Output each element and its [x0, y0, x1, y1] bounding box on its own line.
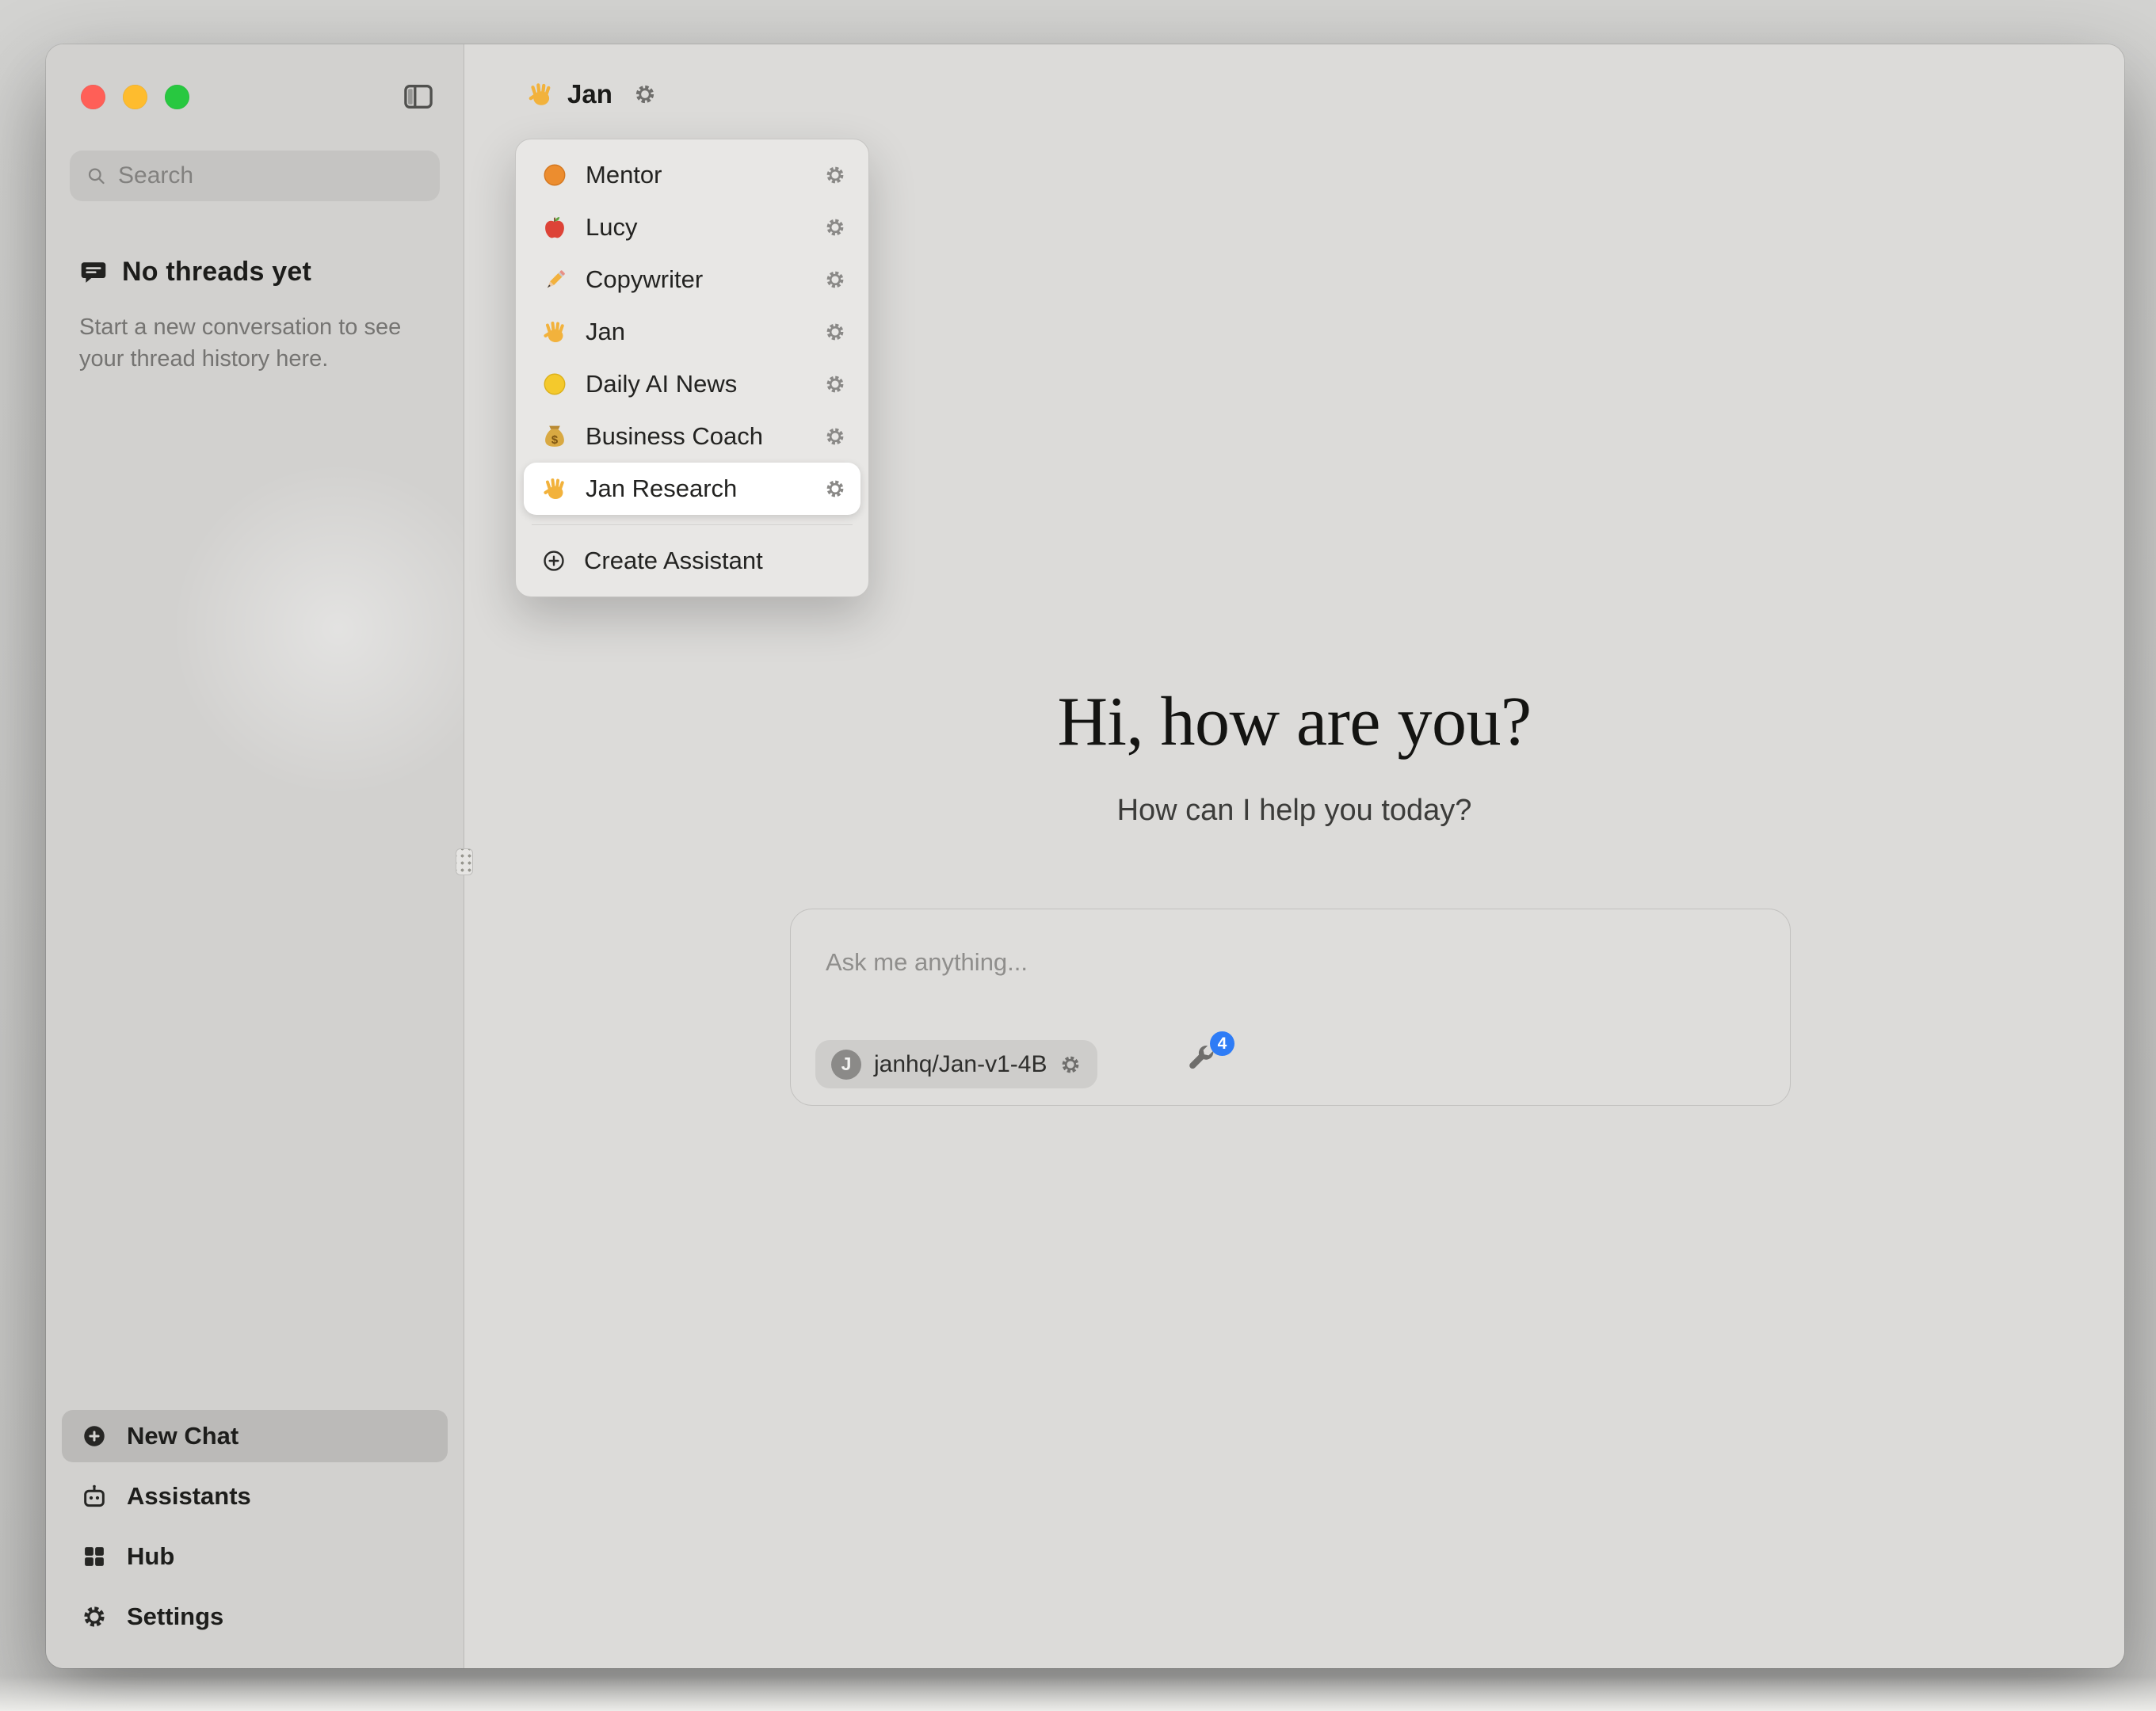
model-name: janhq/Jan-v1-4B — [874, 1051, 1047, 1078]
chat-bubble-icon — [79, 258, 108, 287]
model-settings-gear-icon[interactable] — [1059, 1054, 1082, 1076]
assistant-name: Jan — [567, 79, 612, 109]
pencil-emoji-icon — [541, 266, 568, 293]
plus-circle-icon — [81, 1423, 108, 1450]
assistant-gear-icon[interactable] — [633, 82, 657, 106]
menu-item-lucy[interactable]: Lucy — [524, 201, 860, 253]
menu-item-label: Mentor — [586, 161, 662, 189]
create-assistant-button[interactable]: Create Assistant — [524, 535, 860, 587]
menu-item-label: Copywriter — [586, 265, 703, 294]
zoom-button[interactable] — [165, 85, 189, 109]
traffic-lights — [81, 85, 189, 109]
create-assistant-label: Create Assistant — [584, 547, 763, 575]
sidebar-item-new-chat[interactable]: New Chat — [62, 1410, 448, 1462]
orange-circle-emoji-icon — [541, 162, 568, 189]
money-bag-emoji-icon — [541, 423, 568, 450]
greeting-title: Hi, how are you? — [464, 686, 2124, 759]
app-window: No threads yet Start a new conversation … — [46, 44, 2124, 1668]
item-settings-gear-icon[interactable] — [824, 425, 846, 448]
item-settings-gear-icon[interactable] — [824, 373, 846, 395]
sidebar-resize-handle[interactable] — [456, 848, 473, 875]
sidebar-toggle-icon — [402, 80, 435, 113]
menu-item-copywriter[interactable]: Copywriter — [524, 253, 860, 306]
titlebar — [46, 44, 464, 114]
model-selector[interactable]: J janhq/Jan-v1-4B — [815, 1040, 1097, 1088]
plus-circle-icon — [541, 548, 567, 574]
empty-state: No threads yet Start a new conversation … — [79, 257, 432, 375]
red-apple-emoji-icon — [541, 214, 568, 241]
assistant-selector[interactable]: Jan — [526, 79, 657, 109]
settings-gear-icon — [81, 1603, 108, 1630]
menu-item-mentor[interactable]: Mentor — [524, 149, 860, 201]
tools-count-badge: 4 — [1210, 1031, 1234, 1056]
item-settings-gear-icon[interactable] — [824, 216, 846, 238]
waving-hand-emoji-icon — [526, 80, 555, 109]
main-area: Jan Mentor Lucy Copywriter Jan — [464, 44, 2124, 1668]
composer-card[interactable]: J janhq/Jan-v1-4B 4 — [790, 909, 1791, 1106]
menu-item-label: Business Coach — [586, 422, 763, 451]
minimize-button[interactable] — [123, 85, 147, 109]
item-settings-gear-icon[interactable] — [824, 321, 846, 343]
menu-item-label: Jan Research — [586, 474, 737, 503]
sidebar-item-settings[interactable]: Settings — [62, 1591, 448, 1643]
sidebar-item-hub[interactable]: Hub — [62, 1530, 448, 1583]
menu-item-label: Jan — [586, 318, 625, 346]
menu-divider — [532, 524, 853, 525]
sidebar-item-label: Assistants — [127, 1482, 251, 1511]
empty-state-title: No threads yet — [122, 257, 311, 288]
sidebar-item-label: New Chat — [127, 1422, 238, 1450]
greeting: Hi, how are you? How can I help you toda… — [464, 686, 2124, 828]
menu-item-daily-ai-news[interactable]: Daily AI News — [524, 358, 860, 410]
search-input[interactable] — [118, 162, 424, 189]
empty-state-description: Start a new conversation to see your thr… — [79, 311, 428, 375]
menu-item-label: Lucy — [586, 213, 637, 242]
greeting-subtitle: How can I help you today? — [464, 794, 2124, 828]
item-settings-gear-icon[interactable] — [824, 164, 846, 186]
assistant-dropdown-menu: Mentor Lucy Copywriter Jan Daily AI News — [515, 139, 869, 597]
menu-item-jan[interactable]: Jan — [524, 306, 860, 358]
search-icon — [86, 163, 107, 189]
waving-hand-emoji-icon — [541, 475, 568, 502]
search-box[interactable] — [70, 151, 440, 201]
assistants-icon — [81, 1483, 108, 1510]
model-avatar: J — [831, 1050, 861, 1080]
menu-item-label: Daily AI News — [586, 370, 737, 398]
waving-hand-emoji-icon — [541, 318, 568, 345]
hub-grid-icon — [81, 1543, 108, 1570]
sidebar-item-label: Hub — [127, 1542, 174, 1571]
sidebar-item-label: Settings — [127, 1602, 223, 1631]
close-button[interactable] — [81, 85, 105, 109]
menu-item-jan-research[interactable]: Jan Research — [524, 463, 860, 515]
tools-button[interactable]: 4 — [1185, 1044, 1220, 1079]
sidebar-nav: New Chat Assistants Hub Settings — [46, 1410, 464, 1668]
sidebar-toggle-button[interactable] — [402, 80, 435, 113]
item-settings-gear-icon[interactable] — [824, 478, 846, 500]
sidebar-item-assistants[interactable]: Assistants — [62, 1470, 448, 1522]
sidebar: No threads yet Start a new conversation … — [46, 44, 464, 1668]
message-input[interactable] — [826, 944, 1539, 981]
item-settings-gear-icon[interactable] — [824, 269, 846, 291]
menu-item-business-coach[interactable]: Business Coach — [524, 410, 860, 463]
yellow-circle-emoji-icon — [541, 371, 568, 398]
